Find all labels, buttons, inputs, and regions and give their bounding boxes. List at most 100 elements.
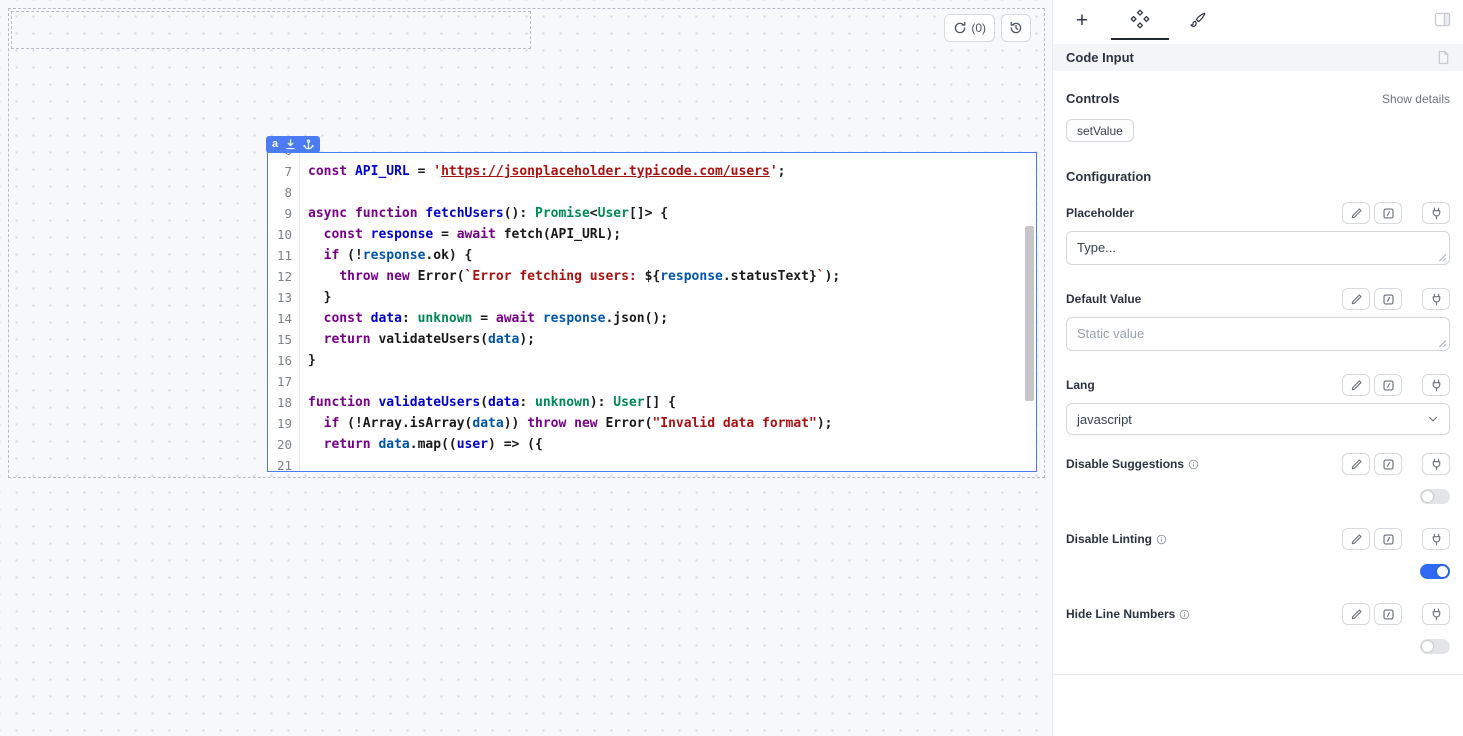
chevron-down-icon (1427, 413, 1439, 425)
disable-suggestions-toggle[interactable] (1420, 489, 1450, 504)
show-details-link[interactable]: Show details (1382, 92, 1450, 106)
component-header: Code Input (1053, 44, 1463, 71)
tab-add[interactable]: + (1053, 0, 1111, 40)
field-disable-linting-header: Disable Linting (1066, 528, 1450, 550)
line-number: 10 (268, 224, 300, 245)
history-button[interactable] (1001, 14, 1031, 42)
plug-icon[interactable] (1422, 202, 1450, 224)
refresh-button[interactable]: (0) (944, 14, 995, 42)
panel-tabbar: + (1053, 0, 1463, 40)
line-number: 6 (268, 152, 300, 161)
brush-icon (1189, 11, 1207, 29)
code-line: 11 if (!response.ok) { (268, 245, 1036, 266)
plug-icon[interactable] (1422, 603, 1450, 625)
docs-icon[interactable] (1437, 50, 1450, 65)
field-lang-header: Lang (1066, 374, 1450, 396)
formula-icon[interactable] (1374, 202, 1402, 224)
rename-widget-button[interactable]: a (272, 139, 278, 150)
anchor-icon[interactable] (303, 139, 314, 150)
default-value-input[interactable] (1066, 317, 1450, 351)
disable-linting-toggle[interactable] (1420, 564, 1450, 579)
field-lang-label: Lang (1066, 378, 1095, 392)
setvalue-button[interactable]: setValue (1066, 119, 1134, 142)
field-hide-line-numbers-actions (1342, 603, 1450, 625)
line-number: 11 (268, 245, 300, 266)
field-default-value-actions (1342, 288, 1450, 310)
plug-icon[interactable] (1422, 453, 1450, 475)
canvas-actions: (0) (944, 14, 1031, 42)
code-line: 9async function fetchUsers(): Promise<Us… (268, 203, 1036, 224)
edit-icon[interactable] (1342, 202, 1370, 224)
code-line: 14 const data: unknown = await response.… (268, 308, 1036, 329)
edit-icon[interactable] (1342, 453, 1370, 475)
code-input-widget: a 67const API_URL = 'https://jsonplaceho… (267, 152, 1037, 472)
code-line: 10 const response = await fetch(API_URL)… (268, 224, 1036, 245)
edit-icon[interactable] (1342, 288, 1370, 310)
info-icon (1179, 609, 1190, 620)
code-line: 17 (268, 371, 1036, 392)
line-number: 13 (268, 287, 300, 308)
plug-icon[interactable] (1422, 374, 1450, 396)
line-number: 15 (268, 329, 300, 350)
component-title: Code Input (1066, 50, 1134, 65)
field-disable-linting-label: Disable Linting (1066, 532, 1167, 546)
tab-styles[interactable] (1169, 0, 1227, 40)
code-line: 13 } (268, 287, 1036, 308)
controls-section-header: Controls Show details (1066, 91, 1450, 106)
field-lang-actions (1342, 374, 1450, 396)
placeholder-input[interactable]: Type... (1066, 231, 1450, 265)
components-icon (1130, 9, 1150, 29)
code-line: 15 return validateUsers(data); (268, 329, 1036, 350)
tab-components[interactable] (1111, 0, 1169, 40)
formula-icon[interactable] (1374, 374, 1402, 396)
field-disable-suggestions-label: Disable Suggestions (1066, 457, 1199, 471)
formula-icon[interactable] (1374, 528, 1402, 550)
toggle-knob (1422, 491, 1433, 502)
info-icon (1156, 534, 1167, 545)
toggle-knob (1422, 641, 1433, 652)
editor-scrollbar[interactable] (1025, 226, 1034, 401)
plug-icon[interactable] (1422, 288, 1450, 310)
app-canvas: (0) a 67const API_URL = 'https://jsonpla… (0, 0, 1052, 736)
configuration-title: Configuration (1066, 169, 1450, 184)
edit-icon[interactable] (1342, 528, 1370, 550)
code-line: 19 if (!Array.isArray(data)) throw new E… (268, 413, 1036, 434)
plus-icon: + (1076, 10, 1088, 31)
formula-icon[interactable] (1374, 453, 1402, 475)
line-number: 7 (268, 161, 300, 182)
field-placeholder-actions (1342, 202, 1450, 224)
field-placeholder-label: Placeholder (1066, 206, 1134, 220)
code-line: 6 (268, 152, 1036, 161)
code-editor[interactable]: 67const API_URL = 'https://jsonplacehold… (267, 152, 1037, 472)
formula-icon[interactable] (1374, 288, 1402, 310)
hide-line-numbers-toggle[interactable] (1420, 639, 1450, 654)
code-line: 8 (268, 182, 1036, 203)
line-number: 9 (268, 203, 300, 224)
formula-icon[interactable] (1374, 603, 1402, 625)
move-to-container-icon[interactable] (285, 139, 296, 150)
toggle-knob (1437, 566, 1448, 577)
panel-content: Controls Show details setValue Configura… (1053, 91, 1463, 675)
field-disable-suggestions-actions (1342, 453, 1450, 475)
field-hide-line-numbers-header: Hide Line Numbers (1066, 603, 1450, 625)
plug-icon[interactable] (1422, 528, 1450, 550)
code-line: 21 (268, 455, 1036, 472)
line-number: 17 (268, 371, 300, 392)
field-disable-linting-actions (1342, 528, 1450, 550)
field-default-value-header: Default Value (1066, 288, 1450, 310)
properties-panel: + Code Input Controls Show details setVa… (1052, 0, 1463, 736)
canvas-header-outline (11, 11, 531, 49)
lang-select-value: javascript (1077, 412, 1132, 427)
line-number: 21 (268, 455, 300, 472)
code-line: 18function validateUsers(data: unknown):… (268, 392, 1036, 413)
collapse-panel-icon[interactable] (1434, 12, 1451, 32)
widget-toolbar: a (266, 136, 320, 153)
field-default-value-label: Default Value (1066, 292, 1141, 306)
section-divider (1053, 674, 1463, 675)
code-line: 12 throw new Error(`Error fetching users… (268, 266, 1036, 287)
lang-select[interactable]: javascript (1066, 403, 1450, 435)
edit-icon[interactable] (1342, 374, 1370, 396)
code-line: 7const API_URL = 'https://jsonplaceholde… (268, 161, 1036, 182)
edit-icon[interactable] (1342, 603, 1370, 625)
controls-title: Controls (1066, 91, 1119, 106)
